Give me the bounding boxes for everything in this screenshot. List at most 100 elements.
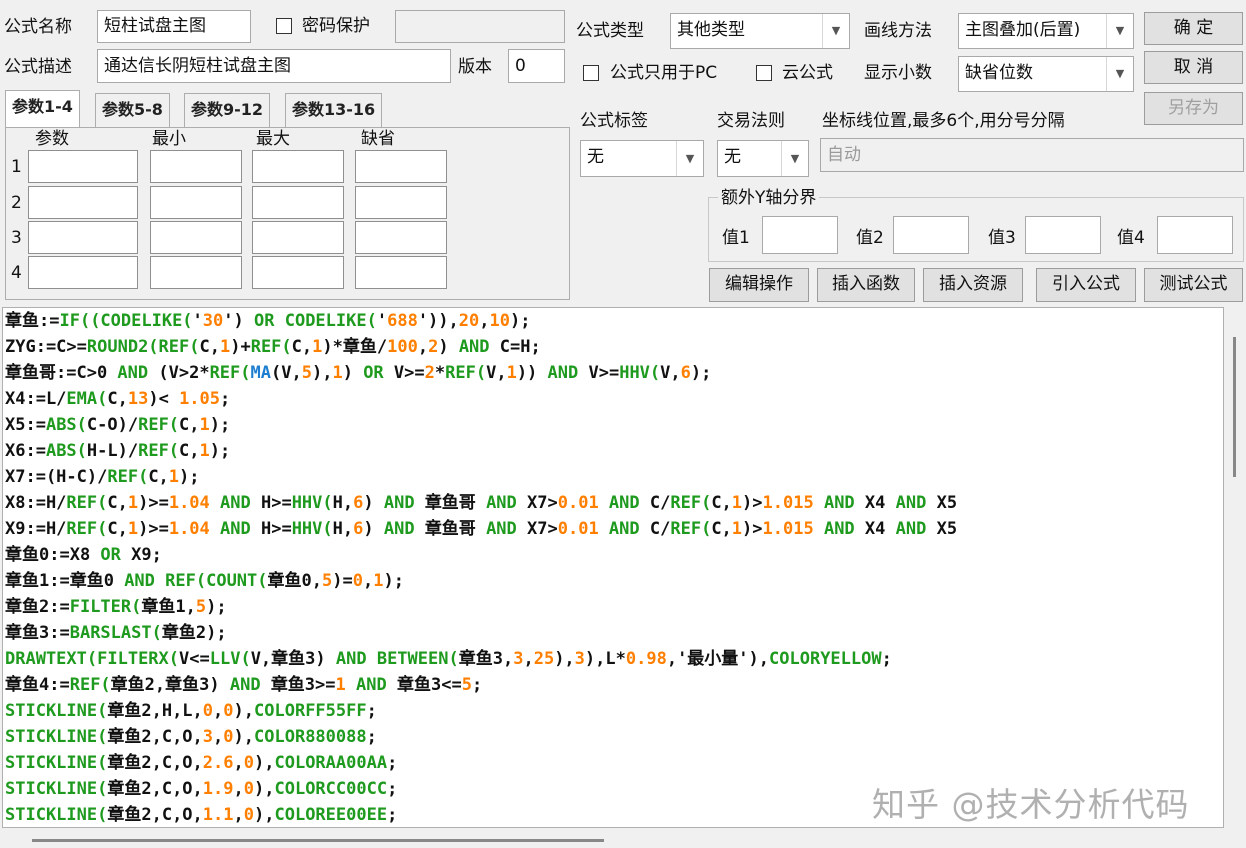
coord-label: 坐标线位置,最多6个,用分号分隔 (822, 111, 1065, 131)
decimal-value: 缺省位数 (965, 63, 1033, 83)
test-formula-button[interactable]: 测试公式 (1144, 268, 1243, 302)
param-default-input[interactable] (355, 221, 447, 254)
param-default-input[interactable] (355, 256, 447, 289)
param-name-input[interactable] (28, 186, 138, 219)
version-label: 版本 (458, 57, 492, 77)
vertical-scrollbar[interactable] (1226, 307, 1244, 828)
code-line: STICKLINE(章鱼2,C,O,3,0),COLOR880088; (3, 724, 1223, 750)
code-token: 章鱼2,C,O, (107, 805, 203, 825)
insert-function-button[interactable]: 插入函数 (817, 268, 915, 302)
param-header-name: 参数 (35, 129, 69, 149)
code-token: AND (229, 675, 271, 695)
code-token: OR (254, 311, 285, 331)
code-token: V,章鱼3) (250, 649, 336, 669)
code-token: ); (209, 415, 231, 435)
code-token: AND (117, 363, 159, 383)
code-token: )>= (138, 519, 169, 539)
param-min-input[interactable] (150, 186, 242, 219)
code-token: 1 (506, 363, 517, 383)
code-token: X9:=H/ (5, 519, 67, 539)
password-checkbox[interactable] (276, 18, 292, 34)
trade-rule-select[interactable]: 无 ▼ (717, 140, 809, 177)
code-token: AND (608, 493, 650, 513)
yaxis-value-input[interactable] (762, 216, 838, 254)
param-max-input[interactable] (252, 186, 344, 219)
version-input[interactable]: 0 (508, 49, 565, 83)
tab-params-13-16[interactable]: 参数13-16 (285, 93, 383, 127)
code-token: STICKLINE( (5, 701, 108, 721)
code-token: AND (895, 519, 937, 539)
code-token: AND (486, 493, 528, 513)
cloud-label: 云公式 (782, 63, 833, 83)
yaxis-value-input[interactable] (1025, 216, 1101, 254)
tab-params-5-8[interactable]: 参数5-8 (95, 93, 170, 127)
formula-name-input[interactable]: 短柱试盘主图 (97, 10, 251, 43)
param-row-index: 1 (11, 157, 22, 177)
password-input[interactable] (395, 10, 565, 43)
code-token: C, (179, 415, 200, 435)
pc-only-checkbox[interactable] (583, 65, 599, 81)
code-token: 1 (168, 467, 180, 487)
code-token: COLORAA00AA (274, 753, 388, 773)
scrollbar-thumb[interactable] (1233, 337, 1236, 477)
code-token: )) (516, 363, 548, 383)
cloud-checkbox[interactable] (756, 65, 772, 81)
ok-button[interactable]: 确 定 (1144, 12, 1243, 45)
coord-input[interactable]: 自动 (820, 138, 1244, 172)
code-token: X9; (131, 545, 162, 565)
param-max-input[interactable] (252, 221, 344, 254)
param-max-input[interactable] (252, 150, 344, 183)
code-token: , (362, 571, 374, 591)
formula-tag-label: 公式标签 (580, 111, 648, 131)
param-min-input[interactable] (150, 150, 242, 183)
yaxis-value-label: 值1 (722, 228, 750, 248)
code-token: 25 (533, 649, 555, 669)
code-token: 1.1 (202, 805, 234, 825)
param-header-max: 最大 (256, 129, 290, 149)
code-token: 13 (127, 389, 149, 409)
code-token: ); (179, 467, 200, 487)
param-min-input[interactable] (150, 256, 242, 289)
formula-type-select[interactable]: 其他类型 ▼ (670, 13, 850, 49)
param-max-input[interactable] (252, 256, 344, 289)
code-token: 章鱼2); (161, 623, 227, 643)
param-min-input[interactable] (150, 221, 242, 254)
param-default-input[interactable] (355, 150, 447, 183)
code-line: 章鱼4:=REF(章鱼2,章鱼3) AND 章鱼3>=1 AND 章鱼3<=5; (3, 672, 1223, 698)
code-token: 0 (243, 779, 254, 799)
code-token: 章鱼3:= (5, 623, 70, 643)
code-token: AND (486, 519, 528, 539)
param-name-input[interactable] (28, 256, 138, 289)
param-header-default: 缺省 (361, 129, 395, 149)
code-editor[interactable]: 章鱼:=IF((CODELIKE('30') OR CODELIKE('688'… (2, 307, 1224, 828)
code-token: ; (366, 727, 377, 747)
code-token: 0.98 (625, 649, 667, 669)
param-name-input[interactable] (28, 150, 138, 183)
tab-params-1-4[interactable]: 参数1-4 (5, 90, 80, 128)
code-token: ) (363, 519, 384, 539)
import-formula-button[interactable]: 引入公式 (1036, 268, 1136, 302)
decimal-select[interactable]: 缺省位数 ▼ (958, 56, 1134, 92)
code-token: 0.01 (557, 493, 609, 513)
cancel-button[interactable]: 取 消 (1144, 51, 1243, 84)
draw-method-select[interactable]: 主图叠加(后置) ▼ (958, 13, 1134, 49)
save-as-button[interactable]: 另存为 (1144, 92, 1243, 125)
tab-params-9-12[interactable]: 参数9-12 (184, 93, 271, 127)
yaxis-value-input[interactable] (893, 216, 969, 254)
scrollbar-thumb[interactable] (32, 839, 604, 842)
yaxis-value-input[interactable] (1157, 216, 1233, 254)
edit-operations-button[interactable]: 编辑操作 (709, 268, 809, 302)
horizontal-scrollbar[interactable] (2, 829, 1224, 848)
param-name-input[interactable] (28, 221, 138, 254)
code-token: 章鱼3>= (270, 675, 336, 695)
code-token: V, (486, 363, 507, 383)
formula-desc-input[interactable]: 通达信长阴短柱试盘主图 (97, 49, 451, 83)
param-default-input[interactable] (355, 186, 447, 219)
formula-tag-select[interactable]: 无 ▼ (580, 140, 704, 177)
insert-resource-button[interactable]: 插入资源 (923, 268, 1023, 302)
code-token: MA (250, 363, 271, 383)
code-token: ; (387, 805, 398, 825)
code-token: AND (335, 649, 377, 669)
code-line: STICKLINE(章鱼2,H,L,0,0),COLORFF55FF; (3, 698, 1223, 724)
code-token: 章鱼1, (141, 597, 196, 617)
